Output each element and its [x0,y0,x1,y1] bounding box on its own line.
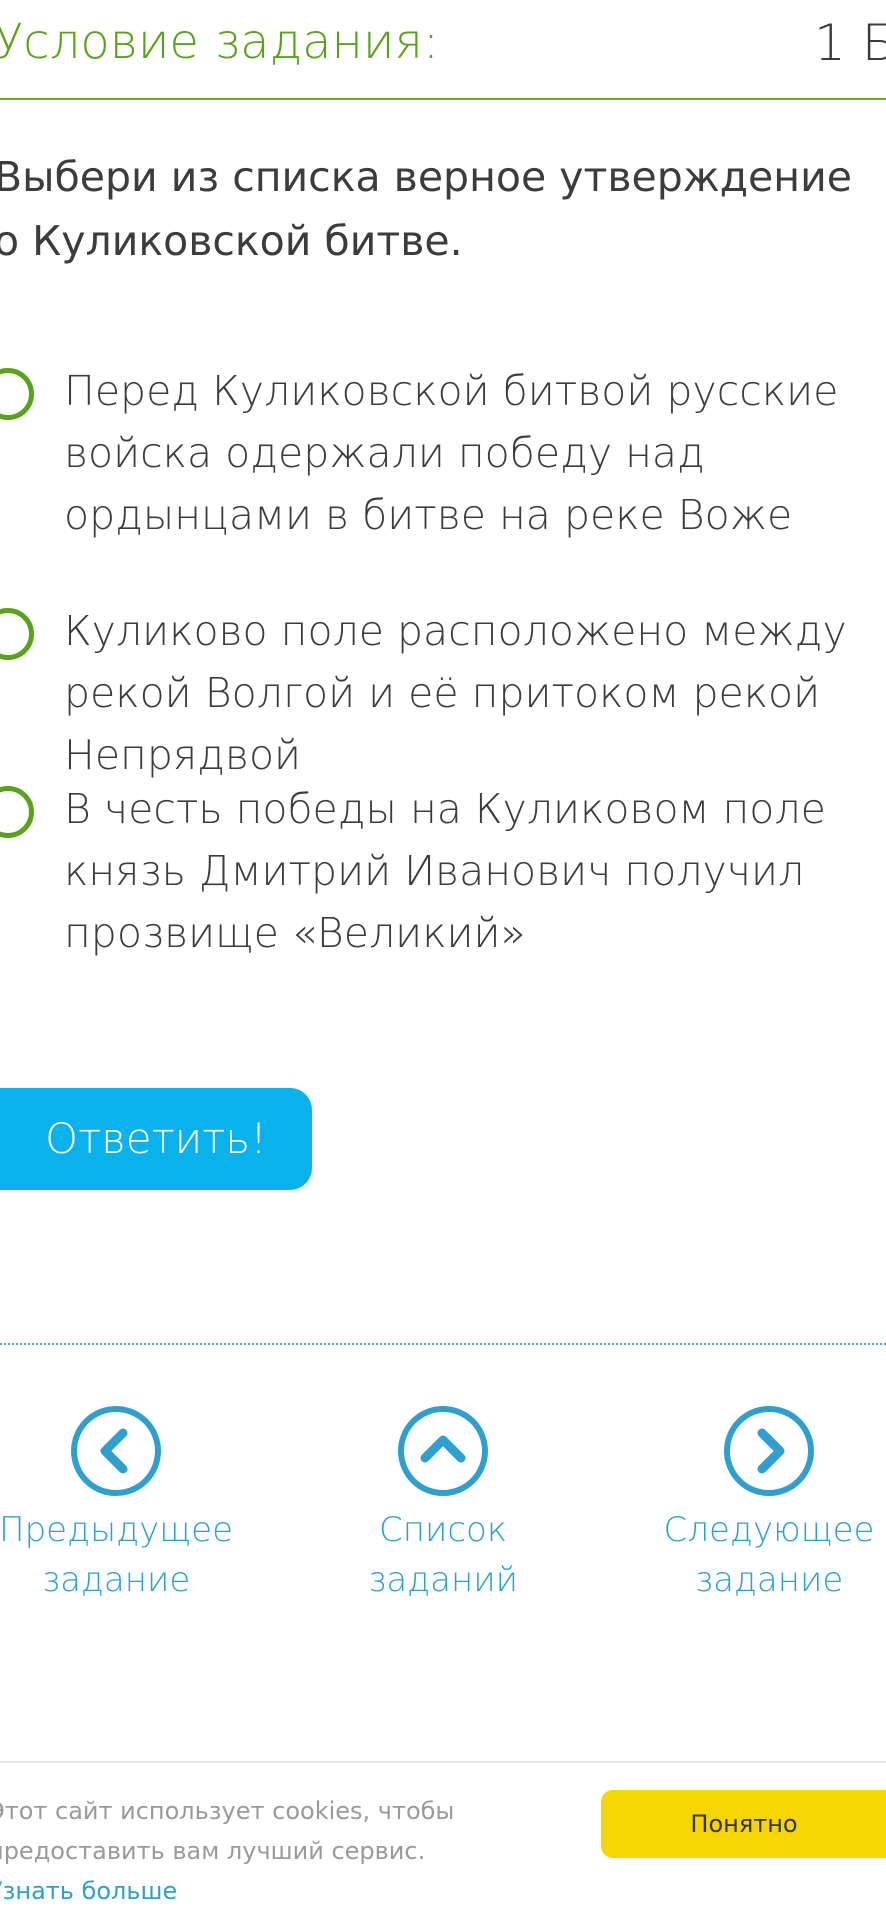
radio-button[interactable] [0,368,34,420]
task-list-label-line1[interactable]: Список [313,1505,573,1555]
task-points: 1 Б. [814,14,886,72]
next-task-label-line2[interactable]: задание [639,1555,886,1605]
task-page: Условие задания: 1 Б. Выбери из списка в… [0,0,886,1920]
question-text: Выбери из списка верное утверждение о Ку… [0,145,874,273]
answer-option-label[interactable]: Куликово поле расположено между рекой Во… [64,600,884,786]
cookie-notice-text: Этот сайт использует cookies, чтобы пред… [0,1797,455,1865]
previous-task-label-line2[interactable]: задание [0,1555,246,1605]
task-list-label[interactable]: Список заданий [313,1505,573,1605]
cookie-banner: Этот сайт использует cookies, чтобы пред… [0,1761,886,1920]
radio-button[interactable] [0,786,34,838]
next-task-link[interactable]: Следующее задание [639,1405,886,1605]
chevron-up-icon[interactable] [397,1405,489,1497]
previous-task-label-line1[interactable]: Предыдущее [0,1505,246,1555]
task-header: Условие задания: 1 Б. [0,0,886,100]
answer-button[interactable]: Ответить! [0,1088,312,1190]
chevron-left-icon[interactable] [70,1405,162,1497]
cookie-accept-button[interactable]: Понятно [601,1790,886,1858]
cookie-notice: Этот сайт использует cookies, чтобы пред… [0,1791,488,1911]
answer-option-label[interactable]: В честь победы на Куликовом поле князь Д… [64,778,884,964]
answer-option-label[interactable]: Перед Куликовской битвой русские войска … [64,360,884,546]
section-divider [0,1343,886,1345]
radio-button[interactable] [0,608,34,660]
question-main: Выбери из списка верное утверждение о Ку… [0,153,852,265]
chevron-right-icon[interactable] [723,1405,815,1497]
previous-task-label[interactable]: Предыдущее задание [0,1505,246,1605]
next-task-label-line1[interactable]: Следующее [639,1505,886,1555]
question-end: . [449,217,463,265]
previous-task-link[interactable]: Предыдущее задание [0,1405,246,1605]
next-task-label[interactable]: Следующее задание [639,1505,886,1605]
cookie-learn-more-link[interactable]: Узнать больше [0,1877,177,1905]
task-list-label-line2[interactable]: заданий [313,1555,573,1605]
task-header-title: Условие задания: [0,14,440,70]
task-list-link[interactable]: Список заданий [313,1405,573,1605]
